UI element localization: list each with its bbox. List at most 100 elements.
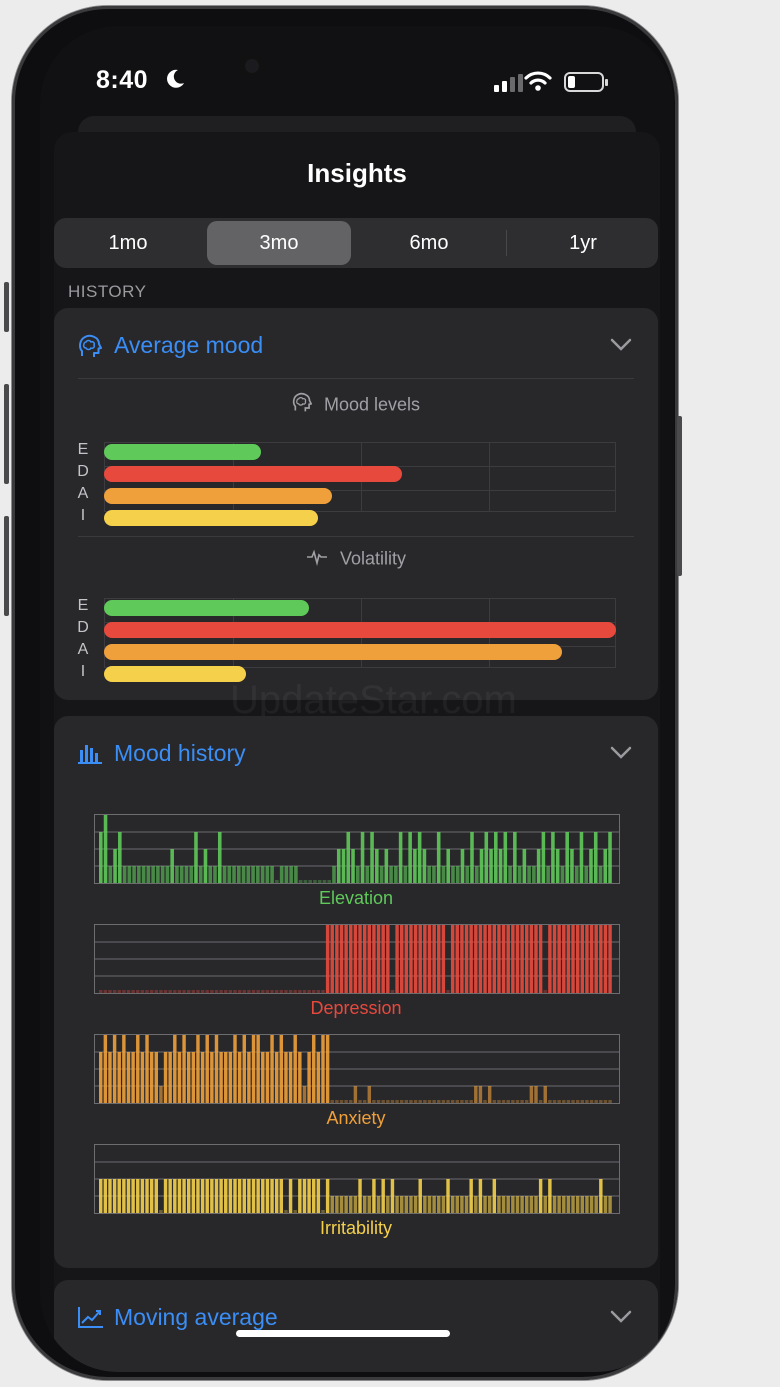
chevron-down-icon[interactable]	[610, 746, 632, 760]
pulse-icon	[306, 548, 328, 571]
history-bar	[404, 1196, 409, 1213]
moving-average-header[interactable]: Moving average	[54, 1280, 658, 1350]
history-bar	[112, 1179, 117, 1213]
history-bar	[543, 990, 547, 993]
history-bar	[336, 849, 341, 883]
history-bar	[182, 1179, 186, 1213]
history-bar	[367, 1196, 372, 1213]
history-bar	[464, 1100, 469, 1103]
history-bar	[372, 1100, 376, 1103]
history-bar	[580, 1196, 585, 1213]
history-bar	[548, 1100, 552, 1103]
history-bar	[565, 832, 569, 883]
history-bar	[351, 849, 355, 883]
history-bar	[413, 1196, 418, 1213]
history-bar	[423, 925, 427, 993]
history-bar	[113, 849, 117, 883]
history-bar	[256, 866, 260, 883]
history-bar	[427, 925, 432, 993]
history-bar	[403, 866, 408, 883]
history-bar	[570, 849, 574, 883]
history-bar	[275, 880, 279, 883]
history-bar	[423, 1100, 427, 1103]
history-bar	[149, 990, 154, 993]
history-bar	[506, 1100, 510, 1103]
history-bar	[270, 1035, 274, 1103]
history-bar	[390, 990, 395, 993]
history-bar	[335, 1196, 339, 1213]
history-bar	[159, 1086, 163, 1103]
history-bar	[517, 866, 522, 883]
home-indicator[interactable]	[236, 1330, 450, 1337]
history-bar	[247, 1052, 251, 1103]
bar-d	[104, 466, 403, 482]
history-bar	[599, 925, 603, 993]
volume-down-button	[4, 516, 9, 616]
phone-frame: 8:40 Insights 1mo 3mo 6mo 1yr HISTORY Av…	[4, 6, 682, 1380]
history-bar	[246, 866, 251, 883]
tab-3mo[interactable]: 3mo	[207, 221, 351, 265]
history-bar	[360, 832, 365, 883]
history-bar	[358, 1179, 362, 1213]
chevron-down-icon[interactable]	[610, 338, 632, 352]
history-bar	[566, 925, 571, 993]
brain-head-icon	[292, 392, 313, 419]
history-bar	[513, 832, 517, 883]
history-bar	[237, 1179, 242, 1213]
history-bar	[603, 1196, 608, 1213]
history-bar	[422, 849, 427, 883]
history-bar	[441, 1100, 446, 1103]
history-bars	[95, 925, 619, 993]
history-bar	[506, 1196, 510, 1213]
history-bar	[552, 1100, 557, 1103]
history-bar	[381, 925, 385, 993]
history-bar	[589, 925, 594, 993]
history-bar	[543, 1086, 547, 1103]
history-chart-anxiety	[94, 1034, 620, 1104]
tab-1mo[interactable]: 1mo	[54, 218, 202, 268]
bar-i	[104, 510, 318, 526]
history-bar	[140, 1052, 145, 1103]
history-bar	[557, 1196, 561, 1213]
history-bar	[205, 1035, 209, 1103]
history-bar	[251, 1179, 256, 1213]
history-bar	[205, 1179, 209, 1213]
history-bar	[224, 1052, 228, 1103]
chevron-down-icon[interactable]	[610, 1310, 632, 1324]
history-bar	[228, 990, 233, 993]
history-bar	[325, 1035, 330, 1103]
history-bar	[99, 1052, 103, 1103]
history-bar	[379, 866, 384, 883]
tab-1yr[interactable]: 1yr	[508, 218, 658, 268]
history-bar	[312, 1179, 316, 1213]
history-bar	[126, 1052, 131, 1103]
history-bar	[446, 990, 450, 993]
history-bar	[316, 1179, 321, 1213]
history-bar	[126, 1179, 131, 1213]
mood-history-header[interactable]: Mood history	[54, 716, 658, 786]
history-bar	[279, 1035, 284, 1103]
history-bar	[288, 1052, 293, 1103]
average-mood-title: Average mood	[114, 332, 264, 358]
history-bar	[219, 990, 223, 993]
history-bar	[460, 925, 464, 993]
history-bar	[227, 866, 232, 883]
average-mood-header[interactable]: Average mood	[54, 308, 658, 378]
history-bar	[237, 1052, 242, 1103]
tab-6mo[interactable]: 6mo	[354, 218, 504, 268]
history-bar	[349, 1100, 353, 1103]
history-bar	[261, 1052, 265, 1103]
history-bar	[298, 880, 303, 883]
history-bar	[168, 1052, 172, 1103]
history-bar	[381, 1100, 385, 1103]
history-bar	[474, 1196, 478, 1213]
history-bar	[177, 1179, 182, 1213]
history-bar	[575, 1196, 580, 1213]
history-bar	[599, 1100, 603, 1103]
history-bar	[389, 866, 393, 883]
history-bar	[413, 1100, 418, 1103]
history-bar	[353, 1086, 358, 1103]
history-bar	[294, 866, 298, 883]
history-bar	[293, 990, 297, 993]
history-bar	[441, 1196, 446, 1213]
